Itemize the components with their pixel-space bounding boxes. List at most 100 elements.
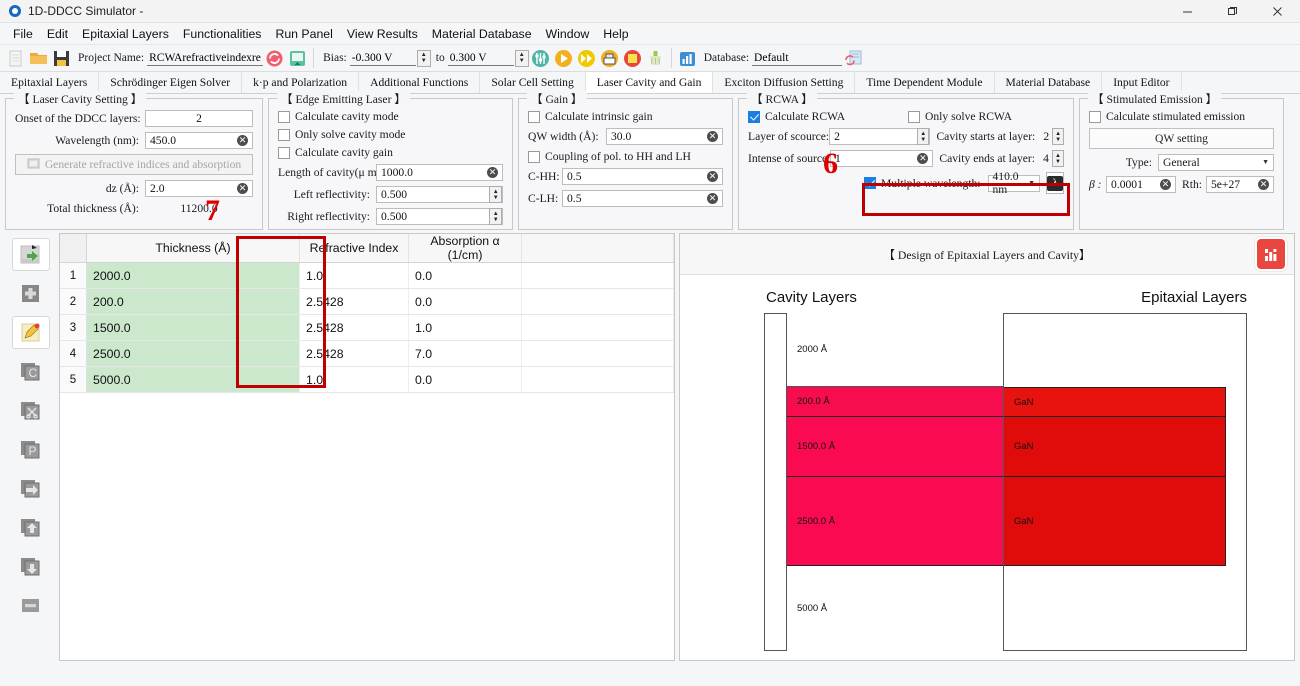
project-name-input[interactable] xyxy=(147,50,264,66)
multiple-wavelength-checkbox[interactable] xyxy=(864,177,876,189)
col-thickness[interactable]: Thickness (Å) xyxy=(86,234,300,263)
cell-absorption[interactable]: 0.0 xyxy=(408,262,522,289)
row-calc-intrinsic-gain[interactable]: Calculate intrinsic gain xyxy=(528,110,723,123)
row-calc-cavity-gain[interactable]: Calculate cavity gain xyxy=(278,146,503,159)
only-solve-rcwa-group[interactable]: Only solve RCWA xyxy=(908,110,1012,123)
move-up-button[interactable] xyxy=(12,511,50,544)
menu-item-run-panel[interactable]: Run Panel xyxy=(268,25,339,43)
row-calc-cavity-mode[interactable]: Calculate cavity mode xyxy=(278,110,503,123)
menu-item-edit[interactable]: Edit xyxy=(40,25,75,43)
clean-icon[interactable] xyxy=(645,48,666,69)
design-plot-button[interactable] xyxy=(1257,239,1285,269)
tab-epitaxial-layers[interactable]: Epitaxial Layers xyxy=(0,72,100,93)
epitaxial-layer[interactable]: GaN xyxy=(1004,477,1226,566)
table-row[interactable]: 1 2000.0 1.0 0.0 xyxy=(60,262,674,289)
bias-to-stepper[interactable]: ▲▼ xyxy=(447,49,529,67)
plot-icon[interactable] xyxy=(677,48,698,69)
cell-thickness[interactable]: 200.0 xyxy=(86,288,300,315)
qw-width-field[interactable]: ✕ xyxy=(606,128,723,145)
cell-refractive-index[interactable]: 2.5428 xyxy=(299,340,409,367)
cavity-layer[interactable]: 2000 Å xyxy=(787,313,1003,387)
table-row[interactable]: 3 1500.0 2.5428 1.0 xyxy=(60,314,674,341)
import-icon[interactable] xyxy=(287,48,308,69)
only-solve-cavity-mode-checkbox[interactable] xyxy=(278,128,290,141)
menu-item-epitaxial-layers[interactable]: Epitaxial Layers xyxy=(75,25,176,43)
menu-item-view-results[interactable]: View Results xyxy=(340,25,425,43)
col-absorption[interactable]: Absorption α (1/cm) xyxy=(408,234,522,263)
dz-input[interactable] xyxy=(150,182,234,195)
right-reflectivity-input[interactable] xyxy=(381,210,489,223)
onset-field[interactable] xyxy=(145,110,253,127)
calc-cavity-gain-checkbox[interactable] xyxy=(278,146,290,159)
cavity-ends-arrows[interactable]: ▲ ▼ xyxy=(1052,150,1064,167)
menu-item-help[interactable]: Help xyxy=(596,25,635,43)
menu-item-functionalities[interactable]: Functionalities xyxy=(176,25,269,43)
add-layer-button[interactable] xyxy=(12,277,50,310)
row-only-solve-cavity-mode[interactable]: Only solve cavity mode xyxy=(278,128,503,141)
clear-icon[interactable]: ✕ xyxy=(1258,179,1269,190)
delete-layer-button[interactable] xyxy=(12,589,50,622)
type-select[interactable]: General ▼ xyxy=(1158,154,1274,171)
run-fast-icon[interactable] xyxy=(576,48,597,69)
calculate-rcwa-checkbox[interactable] xyxy=(748,110,760,123)
onset-input[interactable] xyxy=(150,112,248,125)
chh-input[interactable] xyxy=(567,170,704,183)
tab-exciton-diffusion-setting[interactable]: Exciton Diffusion Setting xyxy=(713,72,856,93)
maximize-button[interactable] xyxy=(1210,0,1255,22)
cell-absorption[interactable]: 0.0 xyxy=(408,366,522,393)
qw-width-input[interactable] xyxy=(611,130,704,143)
tab-schrodinger-eigen-solver[interactable]: Schrödinger Eigen Solver xyxy=(99,72,243,93)
clear-icon[interactable]: ✕ xyxy=(707,193,718,204)
row-calc-stimulated[interactable]: Calculate stimulated emission xyxy=(1089,110,1274,123)
wavelength-field[interactable]: ✕ xyxy=(145,132,253,149)
clear-icon[interactable]: ✕ xyxy=(237,135,248,146)
layer-table-panel[interactable]: Thickness (Å) Refractive Index Absorptio… xyxy=(59,233,675,661)
cell-absorption[interactable]: 7.0 xyxy=(408,340,522,367)
row-coupling[interactable]: Coupling of pol. to HH and LH xyxy=(528,150,723,163)
bias-from-input[interactable] xyxy=(349,50,416,66)
length-input[interactable] xyxy=(381,166,484,179)
coupling-checkbox[interactable] xyxy=(528,150,540,163)
menu-item-material-database[interactable]: Material Database xyxy=(425,25,539,43)
left-reflectivity-input[interactable] xyxy=(381,188,489,201)
intense-of-source-input[interactable] xyxy=(835,152,915,165)
db-refresh-icon[interactable] xyxy=(843,48,864,69)
tab-input-editor[interactable]: Input Editor xyxy=(1102,72,1182,93)
minimize-button[interactable] xyxy=(1165,0,1210,22)
cavity-layer[interactable]: 2500.0 Å xyxy=(787,477,1003,566)
open-folder-icon[interactable] xyxy=(28,48,49,69)
bias-to-arrows[interactable]: ▲ ▼ xyxy=(514,49,529,67)
layer-of-source-input[interactable] xyxy=(834,130,917,143)
cell-refractive-index[interactable]: 1.0 xyxy=(299,366,409,393)
bias-from-stepper[interactable]: ▲▼ xyxy=(349,49,431,67)
cell-thickness[interactable]: 2500.0 xyxy=(86,340,300,367)
intense-of-source-field[interactable]: ✕ xyxy=(830,150,934,167)
cell-thickness[interactable]: 1500.0 xyxy=(86,314,300,341)
qw-setting-button[interactable]: QW setting xyxy=(1089,128,1274,149)
clear-icon[interactable]: ✕ xyxy=(707,131,718,142)
epitaxial-layer[interactable]: GaN xyxy=(1004,417,1226,477)
dz-field[interactable]: ✕ xyxy=(145,180,253,197)
only-solve-rcwa-checkbox[interactable] xyxy=(908,110,920,123)
cell-refractive-index[interactable]: 1.0 xyxy=(299,262,409,289)
calc-stimulated-emission-checkbox[interactable] xyxy=(1089,110,1101,123)
table-row[interactable]: 2 200.0 2.5428 0.0 xyxy=(60,288,674,315)
beta-input[interactable] xyxy=(1111,178,1157,191)
run-icon[interactable] xyxy=(553,48,574,69)
cell-absorption[interactable]: 0.0 xyxy=(408,288,522,315)
beta-field[interactable]: ✕ xyxy=(1106,176,1176,193)
cavity-layer[interactable]: 5000 Å xyxy=(787,566,1003,651)
calculate-rcwa-group[interactable]: Calculate RCWA xyxy=(748,110,908,123)
stop-icon[interactable] xyxy=(622,48,643,69)
rth-input[interactable] xyxy=(1210,178,1255,191)
lambda-button[interactable]: λ xyxy=(1046,172,1064,194)
tab-solar-cell-setting[interactable]: Solar Cell Setting xyxy=(480,72,586,93)
clear-icon[interactable]: ✕ xyxy=(487,167,498,178)
cut-button[interactable] xyxy=(12,394,50,427)
refresh-icon[interactable] xyxy=(264,48,285,69)
database-input[interactable] xyxy=(752,50,843,66)
clh-field[interactable]: ✕ xyxy=(562,190,723,207)
menu-item-window[interactable]: Window xyxy=(539,25,597,43)
move-down-button[interactable] xyxy=(12,550,50,583)
new-file-icon[interactable] xyxy=(5,48,26,69)
